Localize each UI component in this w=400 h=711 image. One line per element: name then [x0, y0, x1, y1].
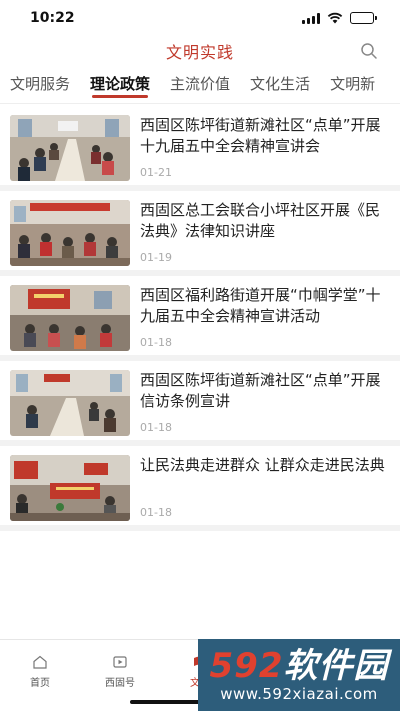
list-item[interactable]: 让民法典走进群众 让群众走进民法典 01-18 [0, 446, 400, 531]
screen: 10:22 文明实践 文明服务 理论政策 主流价值 文化生活 文明新 西固区陈坪… [0, 0, 400, 711]
list-item[interactable]: 西固区陈坪街道新滩社区“点单”开展十九届五中全会精神宣讲会 01-21 [0, 106, 400, 191]
watermark-brand: 592软件园 [210, 647, 389, 685]
tab-civilization-service[interactable]: 文明服务 [0, 66, 80, 103]
signal-icon [302, 12, 320, 24]
watermark-text: 软件园 [283, 646, 389, 686]
battery-icon [350, 12, 377, 24]
article-date: 01-19 [140, 251, 172, 264]
page-title: 文明实践 [165, 43, 234, 62]
watermark-number: 592 [209, 646, 284, 686]
tab-mainstream-values[interactable]: 主流价值 [160, 66, 240, 103]
list-item[interactable]: 西固区福利路街道开展“巾帼学堂”十九届五中全会精神宣讲活动 01-18 [0, 276, 400, 361]
tab-civilization-new[interactable]: 文明新 [320, 66, 385, 103]
article-date: 01-18 [140, 336, 172, 349]
home-icon [33, 655, 47, 669]
article-title: 西固区福利路街道开展“巾帼学堂”十九届五中全会精神宣讲活动 [140, 286, 381, 325]
article-title: 西固区陈坪街道新滩社区“点单”开展十九届五中全会精神宣讲会 [140, 116, 381, 155]
status-time: 10:22 [30, 10, 75, 26]
tab-culture-life[interactable]: 文化生活 [240, 66, 320, 103]
article-thumbnail [10, 200, 130, 266]
article-title: 让民法典走进群众 让群众走进民法典 [140, 456, 385, 474]
article-thumbnail [10, 370, 130, 436]
wifi-icon [327, 12, 343, 24]
article-date: 01-21 [140, 166, 172, 179]
article-title: 西固区陈坪街道新滩社区“点单”开展信访条例宣讲 [140, 371, 381, 410]
article-date: 01-18 [140, 421, 172, 434]
article-date: 01-18 [140, 506, 172, 519]
play-icon [113, 656, 127, 668]
list-item[interactable]: 西固区总工会联合小坪社区开展《民法典》法律知识讲座 01-19 [0, 191, 400, 276]
nav-home-label: 首页 [30, 678, 50, 689]
status-icons [302, 12, 377, 24]
article-thumbnail [10, 115, 130, 181]
article-title: 西固区总工会联合小坪社区开展《民法典》法律知识讲座 [140, 201, 381, 240]
article-thumbnail [10, 455, 130, 521]
watermark-logo: 592软件园 www.592xiazai.com [198, 639, 400, 711]
article-list: 西固区陈坪街道新滩社区“点单”开展十九届五中全会精神宣讲会 01-21 西固区总… [0, 104, 400, 531]
search-icon[interactable] [360, 42, 378, 60]
nav-home[interactable]: 首页 [0, 640, 80, 711]
tab-bar: 文明服务 理论政策 主流价值 文化生活 文明新 [0, 66, 400, 104]
article-thumbnail [10, 285, 130, 351]
tab-theory-policy[interactable]: 理论政策 [80, 66, 160, 103]
status-bar: 10:22 [0, 0, 400, 36]
watermark-url: www.592xiazai.com [220, 685, 378, 703]
list-item[interactable]: 西固区陈坪街道新滩社区“点单”开展信访条例宣讲 01-18 [0, 361, 400, 446]
nav-xigu-label: 西固号 [105, 678, 135, 689]
header: 文明实践 [0, 36, 400, 66]
